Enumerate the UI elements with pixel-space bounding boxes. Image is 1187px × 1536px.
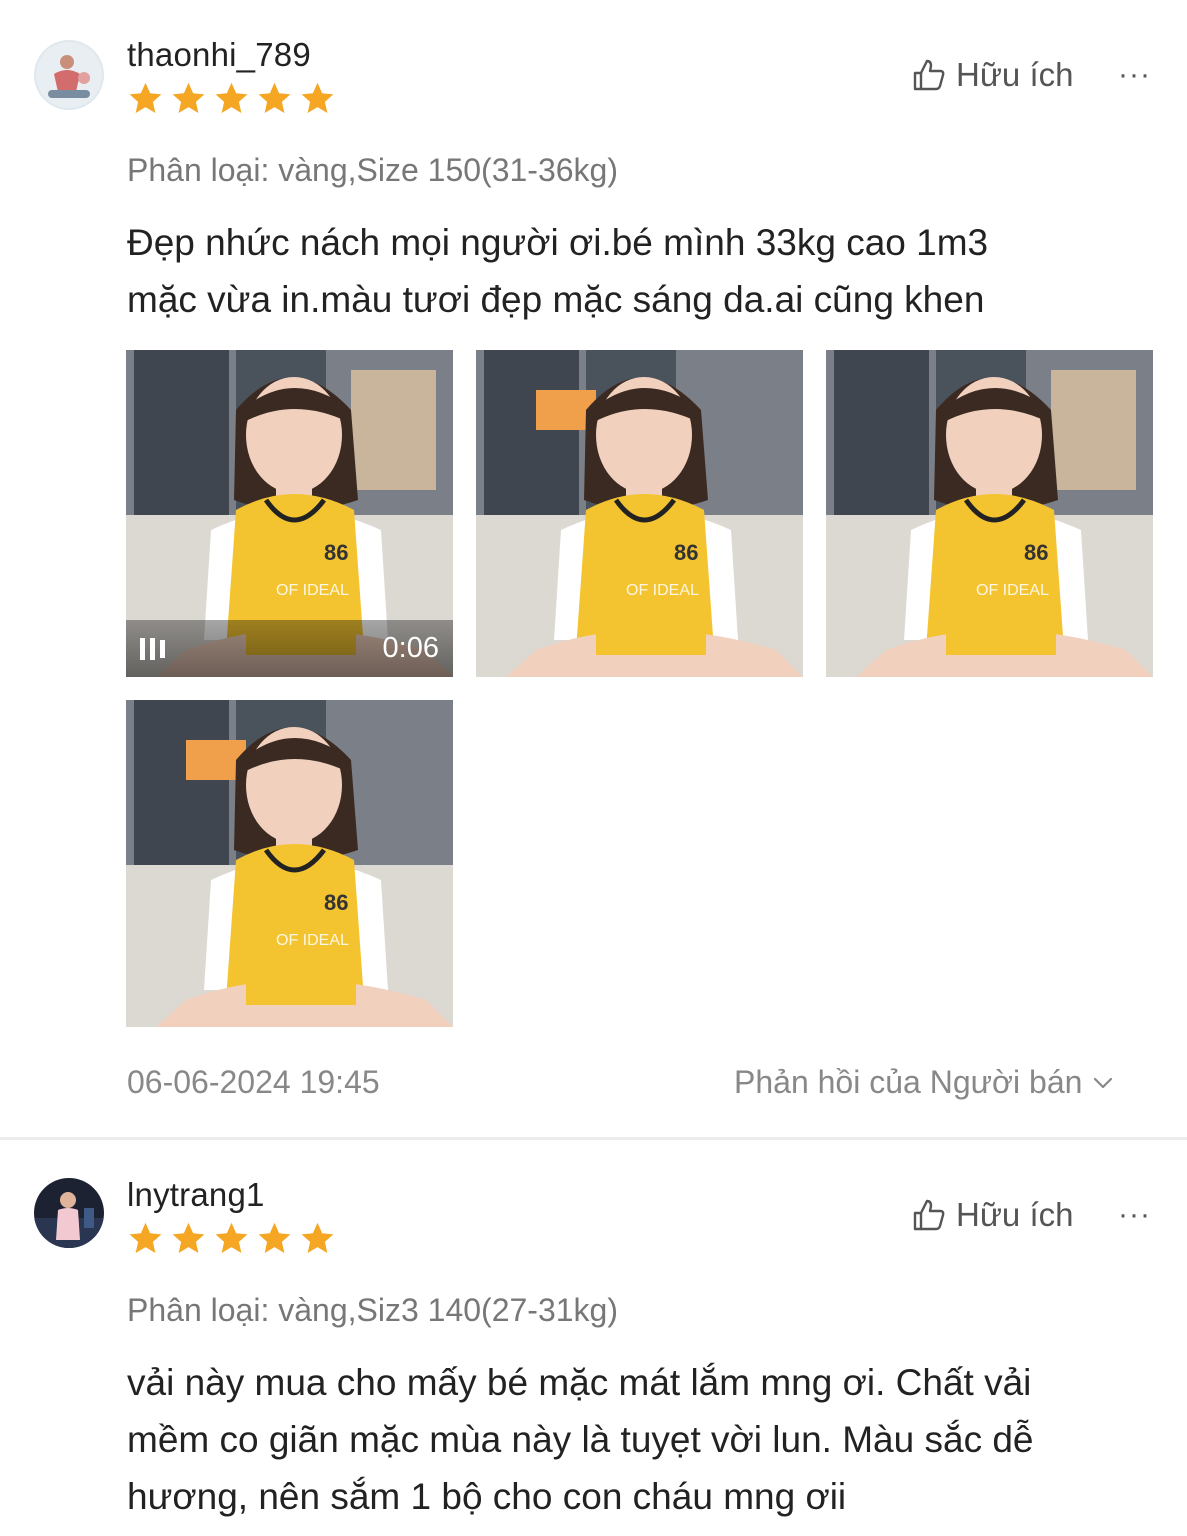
svg-text:86: 86 [1024,540,1048,565]
rating-stars [126,1220,337,1257]
chevron-down-icon [1094,1077,1113,1088]
seller-reply-toggle[interactable]: Phản hồi của Người bán [734,1064,1114,1101]
username[interactable]: lnytrang1 [127,1176,265,1214]
review-content-line: mềm co giãn mặc mùa này là tuyẹt vời lun… [127,1419,1034,1460]
svg-text:OF IDEAL: OF IDEAL [626,582,699,599]
rating-stars [126,80,337,117]
star-icon [172,1222,205,1253]
svg-text:86: 86 [324,540,348,565]
star-icon [129,1222,162,1253]
child-photo: 86 OF IDEAL [126,700,453,1027]
star-icon [301,1222,334,1253]
avatar[interactable] [34,40,104,110]
video-icon [140,637,165,660]
review-video-thumbnail[interactable]: 86 OF IDEAL 0:06 [126,350,453,677]
star-icon [215,1222,248,1253]
star-icon [258,1222,291,1253]
review-card: lnytrang1 Hữu ích ··· Phân loại: vàng,Si… [0,1140,1187,1536]
star-icon [215,82,248,113]
username[interactable]: thaonhi_789 [127,36,311,74]
variation-label: Phân loại: vàng,Siz3 140(27-31kg) [127,1292,618,1328]
review-content-line: Đẹp nhức nách mọi người ơi.bé mình 33kg … [127,222,989,263]
helpful-label: Hữu ích [956,1196,1074,1233]
more-options-button[interactable]: ··· [1118,1198,1151,1232]
child-photo: 86 OF IDEAL [826,350,1153,677]
helpful-button[interactable]: Hữu ích [912,56,1073,94]
star-icon [301,82,334,113]
review-content-line: vải này mua cho mấy bé mặc mát lắm mng ơ… [127,1362,1032,1403]
review-content-line: hương, nên sắm 1 bộ cho con cháu mng ơii [127,1476,847,1517]
avatar[interactable] [34,1178,104,1248]
review-content: Đẹp nhức nách mọi người ơi.bé mình 33kg … [127,214,1157,328]
thumbs-up-icon [913,59,945,91]
review-image-thumbnail[interactable]: 86 OF IDEAL [476,350,803,677]
video-duration: 0:06 [382,632,439,664]
review-image-thumbnail[interactable]: 86 OF IDEAL [126,700,453,1027]
svg-text:OF IDEAL: OF IDEAL [276,932,349,949]
helpful-button[interactable]: Hữu ích [912,1196,1073,1234]
variation-label: Phân loại: vàng,Size 150(31-36kg) [127,152,618,188]
star-icon [258,82,291,113]
review-content: vải này mua cho mấy bé mặc mát lắm mng ơ… [127,1354,1157,1525]
video-overlay: 0:06 [126,620,453,677]
helpful-label: Hữu ích [956,56,1074,93]
thumbs-up-icon [913,1199,945,1231]
review-content-line: mặc vừa in.màu tươi đẹp mặc sáng da.ai c… [127,279,985,320]
more-options-button[interactable]: ··· [1118,58,1151,92]
seller-reply-label: Phản hồi của Người bán [734,1064,1083,1100]
review-card: thaonhi_789 Hữu ích ··· Phân loại: vàng,… [0,0,1187,1138]
review-date: 06-06-2024 19:45 [127,1064,380,1100]
star-icon [129,82,162,113]
review-image-thumbnail[interactable]: 86 OF IDEAL [826,350,1153,677]
star-icon [172,82,205,113]
svg-text:86: 86 [324,890,348,915]
svg-text:86: 86 [674,540,698,565]
child-photo: 86 OF IDEAL [476,350,803,677]
svg-text:OF IDEAL: OF IDEAL [276,582,349,599]
svg-text:OF IDEAL: OF IDEAL [976,582,1049,599]
